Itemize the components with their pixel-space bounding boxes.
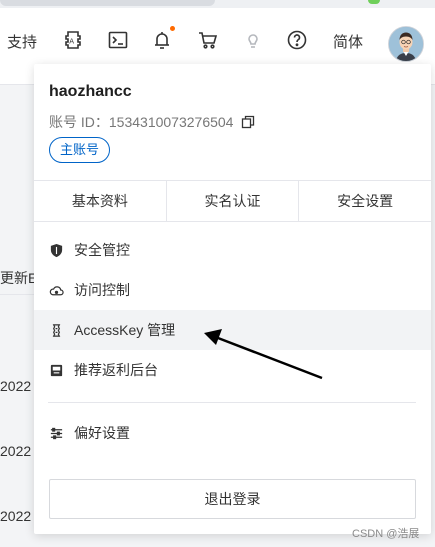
menu-divider (48, 402, 416, 403)
logout-button[interactable]: 退出登录 (49, 479, 416, 519)
card-icon (48, 362, 64, 378)
menu-item-access-control[interactable]: 访问控制 (34, 270, 431, 310)
role-tag: 主账号 (49, 137, 111, 163)
cloud-icon (48, 282, 64, 298)
table-cell-year: 2022 (0, 508, 32, 524)
language-switch[interactable]: 简体 (333, 31, 363, 52)
help-icon[interactable] (286, 29, 308, 51)
shield-icon (48, 242, 64, 258)
avatar[interactable] (388, 26, 424, 62)
bulb-icon[interactable] (242, 29, 264, 51)
menu-item-label: 推荐返利后台 (74, 362, 158, 378)
menu-item-label: 安全管控 (74, 242, 130, 258)
sliders-icon (48, 425, 64, 441)
table-header-fragment: 更新E (0, 270, 38, 286)
cart-icon[interactable] (197, 29, 219, 51)
tab-security-settings[interactable]: 安全设置 (299, 181, 431, 221)
menu-item-label: 访问控制 (74, 282, 130, 298)
account-id-row: 账号 ID： 1534310073276504 (49, 112, 255, 132)
support-link[interactable]: 支持 (7, 31, 37, 52)
notification-dot (170, 26, 175, 31)
menu-item-label: AccessKey 管理 (74, 322, 176, 338)
profile-tabs: 基本资料 实名认证 安全设置 (34, 180, 431, 222)
menu-item-security-control[interactable]: 安全管控 (34, 230, 431, 270)
api-icon[interactable]: A (62, 29, 84, 51)
bell-icon[interactable] (151, 29, 173, 51)
menu-item-label: 偏好设置 (74, 425, 130, 441)
account-id-label: 账号 ID： (49, 114, 109, 130)
menu-item-accesskey[interactable]: AccessKey 管理 (34, 310, 431, 350)
svg-text:A: A (69, 38, 74, 46)
tab-basic-info[interactable]: 基本资料 (34, 181, 167, 221)
account-id-value: 1534310073276504 (108, 114, 234, 130)
username: haozhancc (49, 83, 132, 100)
menu-item-preferences[interactable]: 偏好设置 (34, 413, 431, 453)
top-search-fragment (0, 0, 215, 6)
menu-item-referral-rebate[interactable]: 推荐返利后台 (34, 350, 431, 390)
table-cell-year: 2022 (0, 378, 32, 394)
terminal-icon[interactable] (107, 29, 129, 51)
key-icon (48, 322, 64, 338)
copy-icon[interactable] (241, 115, 255, 129)
table-cell-year: 2022 (0, 443, 32, 459)
tab-real-name-auth[interactable]: 实名认证 (167, 181, 300, 221)
account-dropdown: haozhancc 账号 ID： 1534310073276504 主账号 基本… (34, 64, 431, 534)
watermark: CSDN @浩展 (352, 528, 420, 540)
